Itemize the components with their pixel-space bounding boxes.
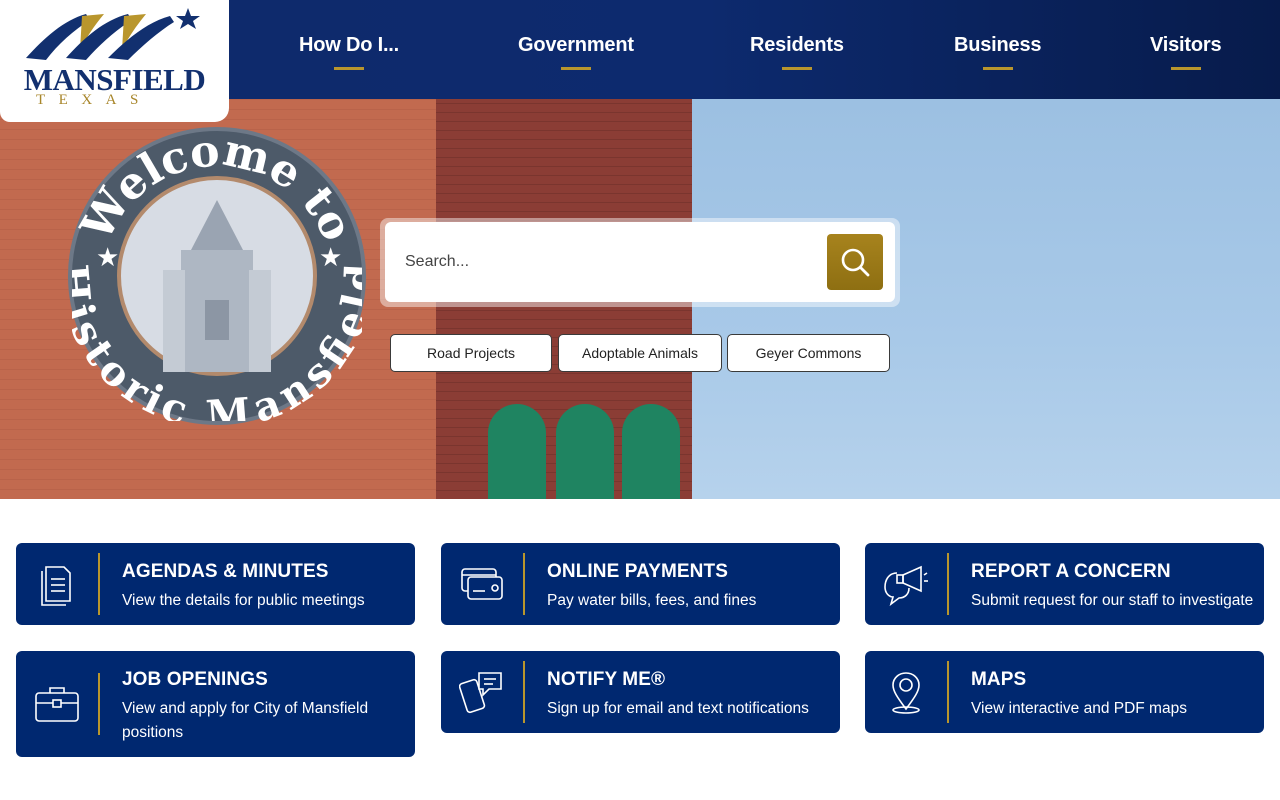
card-divider: [523, 553, 525, 615]
card-divider: [947, 553, 949, 615]
card-title: JOB OPENINGS: [122, 669, 268, 690]
search-input[interactable]: [405, 247, 805, 277]
card-divider: [947, 661, 949, 723]
quick-link-adoptable-animals[interactable]: Adoptable Animals: [558, 334, 722, 372]
nav-residents[interactable]: Residents: [750, 34, 844, 70]
card-divider: [98, 553, 100, 615]
awning: [556, 404, 614, 499]
nav-label: How Do I...: [299, 34, 400, 56]
nav-label: Government: [518, 34, 634, 56]
card-description: Pay water bills, fees, and fines: [547, 592, 757, 609]
card-title: AGENDAS & MINUTES: [122, 561, 329, 582]
card-title: ONLINE PAYMENTS: [547, 561, 728, 582]
search-button[interactable]: [827, 234, 883, 290]
nav-underline: [982, 67, 1013, 70]
welcome-mural: Welcome to Historic Mansfield ★ ★: [68, 127, 366, 425]
card-description: View the details for public meetings: [122, 592, 365, 609]
nav-label: Residents: [750, 34, 844, 56]
mural-bottom-text: Historic Mansfield: [72, 262, 362, 421]
card-description: Submit request for our staff to investig…: [971, 592, 1254, 609]
card-title: MAPS: [971, 669, 1027, 690]
card-title: NOTIFY ME®: [547, 669, 666, 690]
nav-label: Business: [954, 34, 1042, 56]
map-pin-icon: [892, 672, 920, 714]
nav-underline: [781, 67, 812, 70]
card-divider: [523, 661, 525, 723]
card-title: REPORT A CONCERN: [971, 561, 1171, 582]
quick-link-road-projects[interactable]: Road Projects: [390, 334, 552, 372]
nav-underline: [334, 67, 365, 70]
quick-link-geyer-commons[interactable]: Geyer Commons: [727, 334, 890, 372]
nav-how-do-i[interactable]: How Do I...: [299, 34, 400, 70]
awning: [622, 404, 680, 499]
nav-underline: [560, 67, 591, 70]
search-icon: [841, 248, 870, 277]
card-report-concern[interactable]: REPORT A CONCERN Submit request for our …: [865, 543, 1264, 625]
card-description: View interactive and PDF maps: [971, 700, 1187, 717]
nav-government[interactable]: Government: [518, 34, 634, 70]
logo-swoosh-icon: [26, 8, 200, 60]
mural-top-text: Welcome to: [72, 131, 362, 250]
card-agendas-minutes[interactable]: AGENDAS & MINUTES View the details for p…: [16, 543, 415, 625]
card-job-openings[interactable]: JOB OPENINGS View and apply for City of …: [16, 651, 415, 757]
card-notify-me[interactable]: NOTIFY ME® Sign up for email and text no…: [441, 651, 840, 733]
awning: [488, 404, 546, 499]
briefcase-icon: [35, 687, 79, 722]
card-divider: [98, 673, 100, 735]
nav-business[interactable]: Business: [954, 34, 1042, 70]
card-description: View and apply for City of Mansfield pos…: [122, 700, 369, 741]
logo-state-name: TEXAS: [36, 92, 152, 108]
card-online-payments[interactable]: ONLINE PAYMENTS Pay water bills, fees, a…: [441, 543, 840, 625]
card-description: Sign up for email and text notifications: [547, 700, 809, 717]
card-maps[interactable]: MAPS View interactive and PDF maps: [865, 651, 1264, 733]
nav-underline: [1170, 67, 1201, 70]
star-icon: ★: [96, 242, 119, 272]
nav-visitors[interactable]: Visitors: [1150, 34, 1222, 70]
credit-card-icon: [461, 568, 503, 600]
phone-chat-icon: [459, 672, 502, 714]
document-icon: [41, 566, 71, 606]
main-nav: How Do I... Government Residents Busines…: [229, 0, 1280, 99]
star-icon: ★: [319, 242, 342, 272]
megaphone-icon: [884, 565, 928, 607]
nav-label: Visitors: [1150, 34, 1222, 56]
mansfield-logo[interactable]: MANSFIELD TEXAS: [0, 0, 229, 122]
mural-lettering: Welcome to Historic Mansfield ★ ★: [72, 131, 362, 421]
